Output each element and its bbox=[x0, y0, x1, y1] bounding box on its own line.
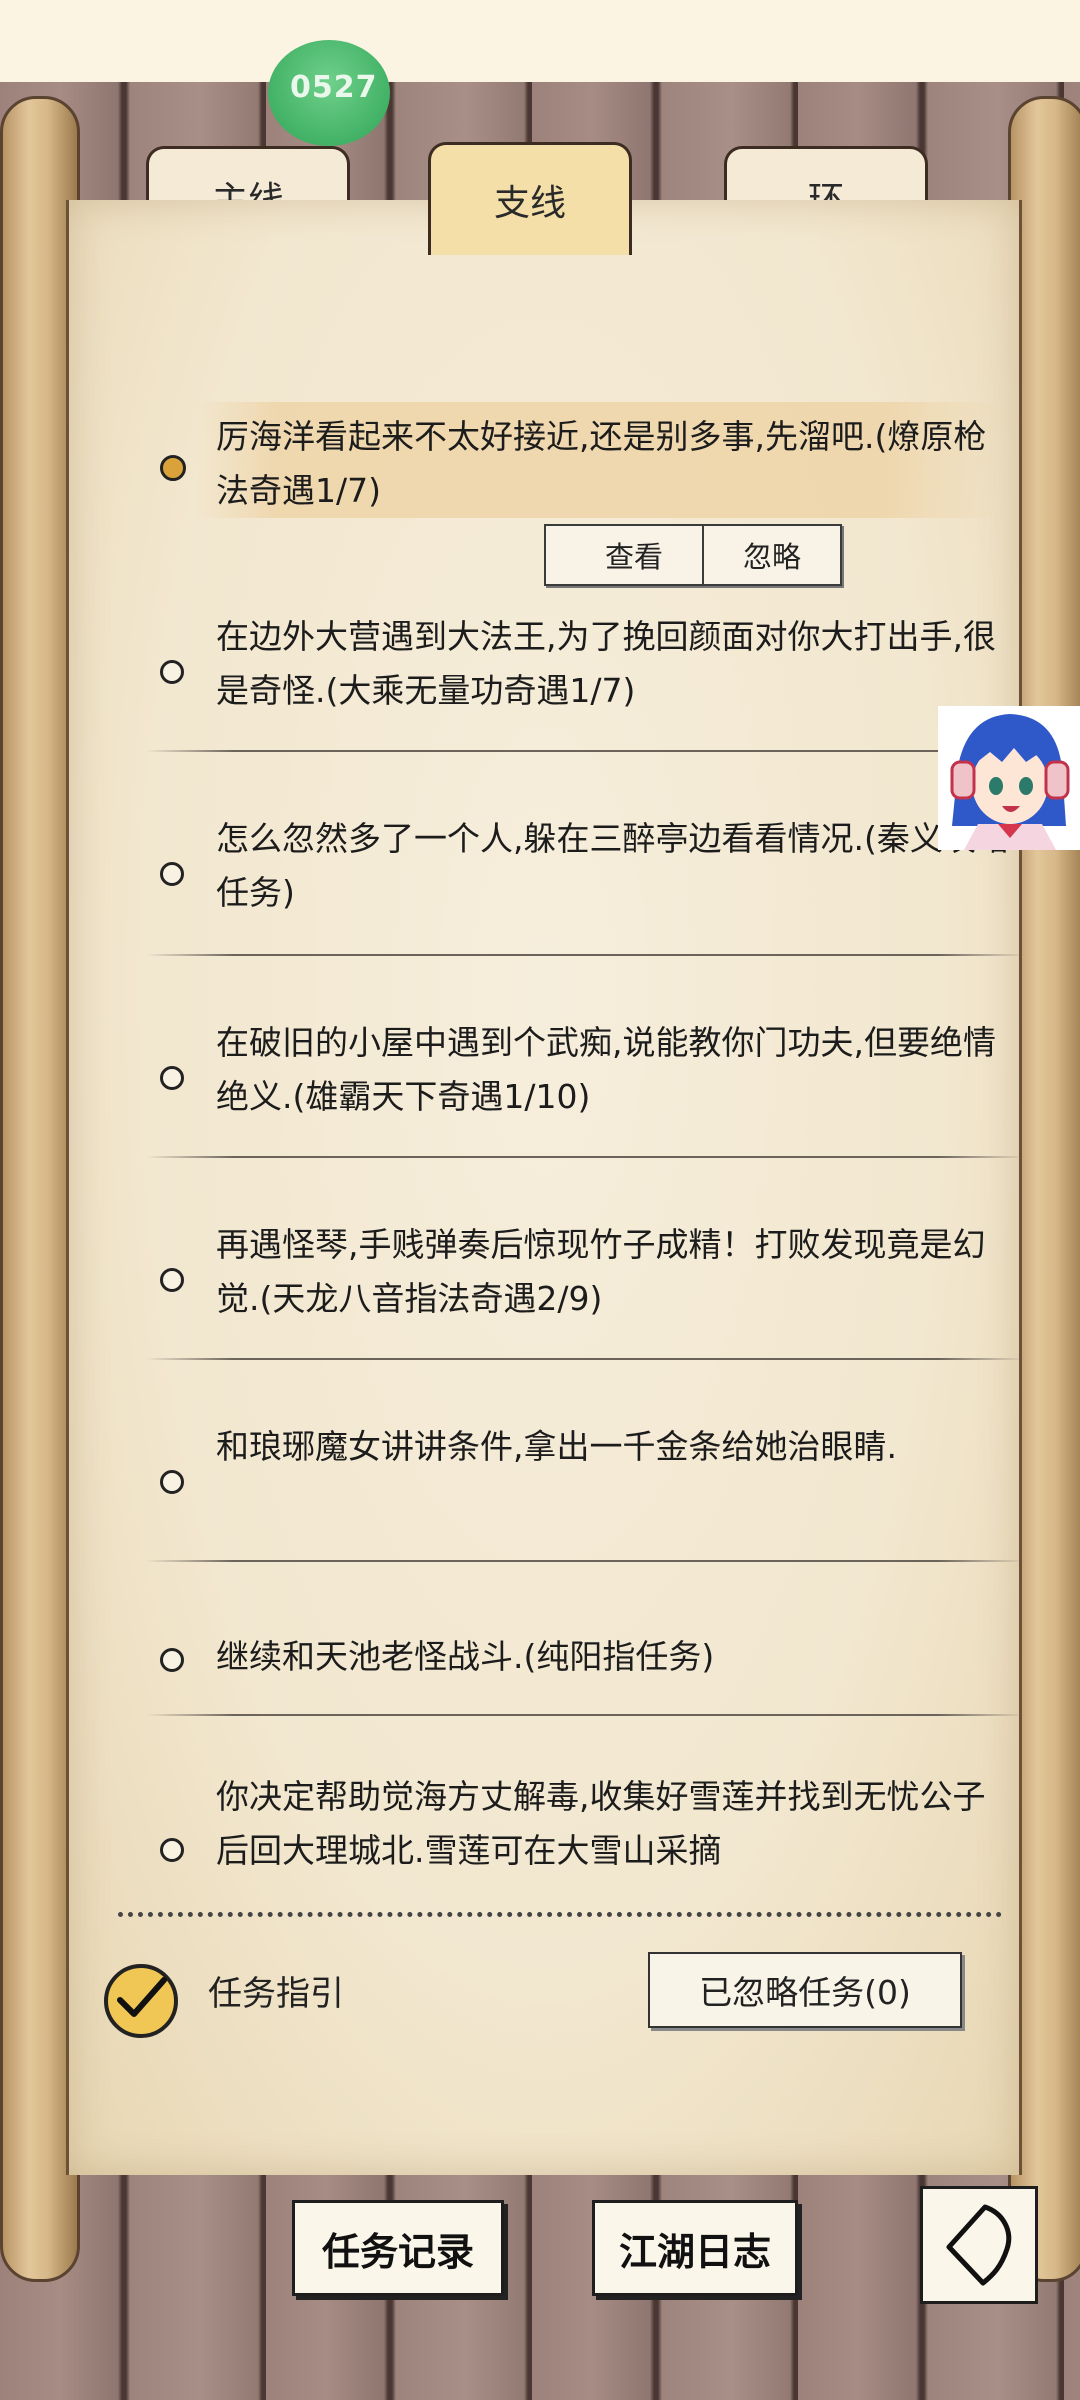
quest-guide-checkbox[interactable] bbox=[104, 1964, 178, 2038]
quest-item[interactable]: 你决定帮助觉海方丈解毒,收集好雪莲并找到无忧公子后回大理城北.雪莲可在大雪山采摘 bbox=[66, 1770, 1016, 1880]
quest-bullet bbox=[160, 1838, 184, 1862]
quest-text: 怎么忽然多了一个人,躲在三醉亭边看看情况.(秦义攻略任务) bbox=[216, 819, 1009, 912]
tab-side-label: 支线 bbox=[493, 183, 566, 224]
quest-text: 厉海洋看起来不太好接近,还是别多事,先溜吧.(燎原枪法奇遇1/7) bbox=[216, 417, 987, 510]
jianghu-journal-button[interactable]: 江湖日志 bbox=[592, 2200, 798, 2296]
jianghu-journal-label: 江湖日志 bbox=[618, 2229, 771, 2274]
top-status-bar bbox=[0, 0, 1080, 82]
quest-guide-label: 任务指引 bbox=[208, 1974, 344, 2014]
quest-bullet bbox=[160, 1268, 184, 1292]
quest-separator bbox=[146, 1156, 1026, 1158]
quest-text: 再遇怪琴,手贱弹奏后惊现竹子成精！打败发现竟是幻觉.(天龙八音指法奇遇2/9) bbox=[216, 1225, 986, 1318]
tab-side-quest[interactable]: 支线 bbox=[428, 142, 632, 255]
quest-record-button[interactable]: 任务记录 bbox=[292, 2200, 504, 2296]
quest-text: 你决定帮助觉海方丈解毒,收集好雪莲并找到无忧公子后回大理城北.雪莲可在大雪山采摘 bbox=[216, 1777, 986, 1870]
quest-text: 在边外大营遇到大法王,为了挽回颜面对你大打出手,很是奇怪.(大乘无量功奇遇1/7… bbox=[216, 617, 996, 710]
ignored-quests-button[interactable]: 已忽略任务(0) bbox=[648, 1952, 962, 2028]
back-arrow-icon bbox=[946, 2204, 1012, 2286]
green-badge-text: 0527 bbox=[290, 70, 378, 105]
quest-text: 继续和天池老怪战斗.(纯阳指任务) bbox=[216, 1637, 715, 1676]
view-button-label: 查看 bbox=[604, 540, 663, 574]
ignored-quests-label: 已忽略任务(0) bbox=[699, 1973, 911, 2012]
quest-record-label: 任务记录 bbox=[321, 2229, 474, 2274]
back-button[interactable] bbox=[920, 2186, 1038, 2304]
quest-bullet bbox=[160, 660, 184, 684]
quest-text: 和琅琊魔女讲讲条件,拿出一千金条给她治眼睛. bbox=[216, 1427, 897, 1466]
ignore-button-label: 忽略 bbox=[742, 540, 801, 574]
quest-separator bbox=[146, 1714, 1026, 1716]
quest-bullet bbox=[160, 862, 184, 886]
anime-girl-avatar bbox=[938, 706, 1080, 850]
quest-separator bbox=[146, 954, 1026, 956]
green-badge: 0527 bbox=[268, 40, 390, 146]
quest-text: 在破旧的小屋中遇到个武痴,说能教你门功夫,但要绝情绝义.(雄霸天下奇遇1/10) bbox=[216, 1023, 996, 1116]
quest-bullet bbox=[160, 1470, 184, 1494]
quest-separator bbox=[146, 750, 1026, 752]
quest-separator bbox=[146, 1560, 1026, 1562]
list-bottom-divider bbox=[118, 1912, 1002, 1917]
view-button[interactable]: 查看 bbox=[544, 524, 724, 586]
quest-bullet bbox=[160, 1648, 184, 1672]
quest-bullet bbox=[160, 1066, 184, 1090]
floating-avatar[interactable] bbox=[938, 706, 1080, 850]
ignore-button[interactable]: 忽略 bbox=[702, 524, 842, 586]
quest-bullet-selected bbox=[160, 455, 186, 481]
quest-separator bbox=[146, 1358, 1026, 1360]
checkmark-icon bbox=[117, 1977, 167, 2017]
